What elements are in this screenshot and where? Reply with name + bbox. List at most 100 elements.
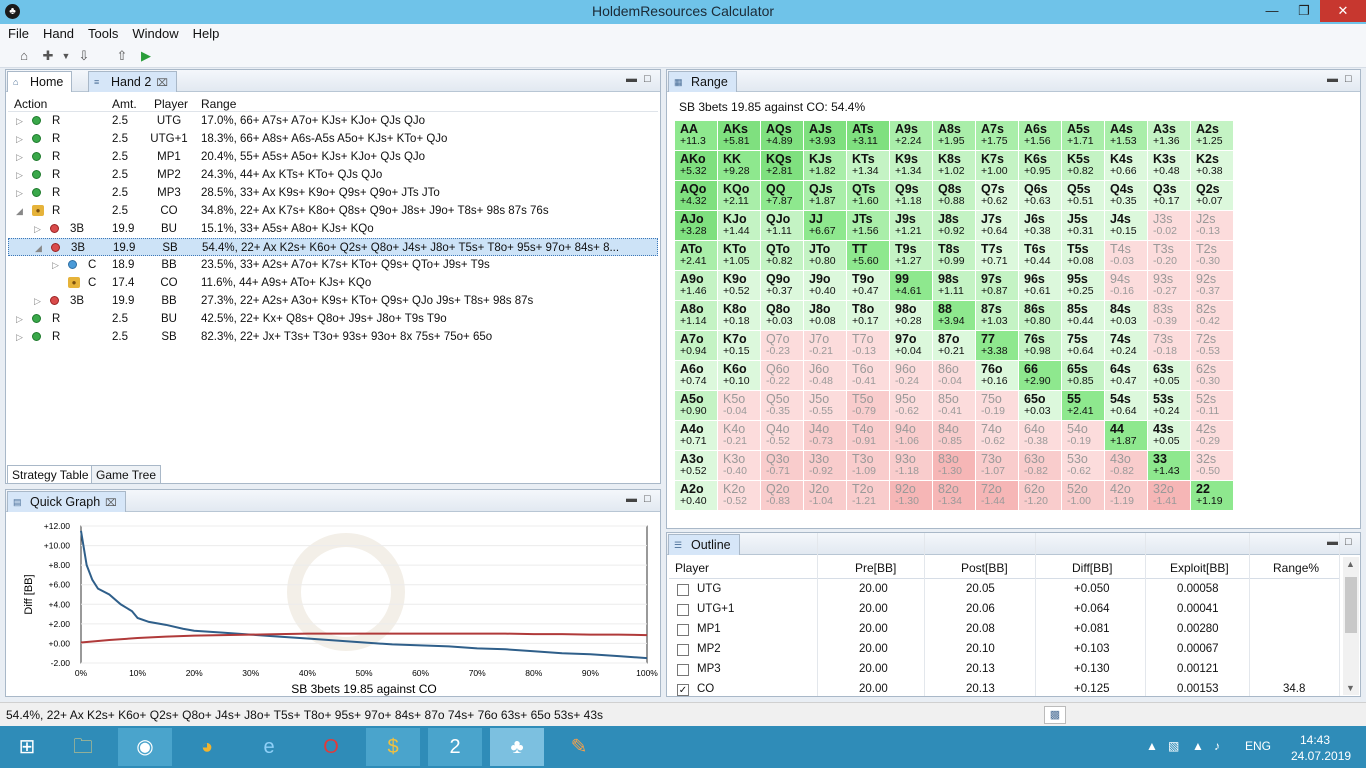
hand-cell[interactable]: 43o -0.82 (1105, 451, 1148, 481)
hand-cell[interactable]: TT +5.60 (847, 241, 890, 271)
hand-cell[interactable]: 63o -0.82 (1019, 451, 1062, 481)
scroll-up-icon[interactable]: ▲ (1346, 559, 1355, 569)
hand-cell[interactable]: 82s -0.42 (1191, 301, 1234, 331)
language-indicator[interactable]: ENG (1245, 739, 1271, 753)
hand-cell[interactable]: J2o -1.04 (804, 481, 847, 511)
hand-cell[interactable]: K9s +1.34 (890, 151, 933, 181)
hand-cell[interactable]: 87s +1.03 (976, 301, 1019, 331)
hand-cell[interactable]: J4s +0.15 (1105, 211, 1148, 241)
hand-cell[interactable]: Q3s +0.17 (1148, 181, 1191, 211)
outline-row[interactable]: UTG 20.00 20.05 +0.050 0.00058 (669, 580, 1340, 600)
hand-cell[interactable]: A7s +1.75 (976, 121, 1019, 151)
hand-cell[interactable]: 42o -1.19 (1105, 481, 1148, 511)
hand-cell[interactable]: K3s +0.48 (1148, 151, 1191, 181)
tray-arrow-icon[interactable]: ▲ (1146, 739, 1158, 753)
hand-cell[interactable]: 62o -1.20 (1019, 481, 1062, 511)
hand-cell[interactable]: 92s -0.37 (1191, 271, 1234, 301)
range-maximize-icon[interactable]: □ (1345, 73, 1352, 85)
tray-device-icon[interactable]: ▧ (1168, 739, 1179, 753)
hand-cell[interactable]: T4o -0.91 (847, 421, 890, 451)
row-checkbox[interactable] (677, 624, 689, 636)
hand-cell[interactable]: KK +9.28 (718, 151, 761, 181)
hand-cell[interactable]: Q4s +0.35 (1105, 181, 1148, 211)
vpn-icon[interactable]: ◕ (180, 728, 234, 766)
hand-cell[interactable]: 95o -0.62 (890, 391, 933, 421)
hand-cell[interactable]: Q7o -0.23 (761, 331, 804, 361)
hand-cell[interactable]: T2s -0.30 (1191, 241, 1234, 271)
hand-cell[interactable]: T4s -0.03 (1105, 241, 1148, 271)
table-row[interactable]: ▷ R 2.5 UTG+1 18.3%, 66+ A8s+ A6s-A5s A5o+ K… (8, 130, 658, 148)
hand-cell[interactable]: 82o -1.34 (933, 481, 976, 511)
hand-cell[interactable]: J8o +0.08 (804, 301, 847, 331)
menu-help[interactable]: Help (185, 24, 226, 41)
hand-cell[interactable]: Q5s +0.51 (1062, 181, 1105, 211)
hand-cell[interactable]: K6o +0.10 (718, 361, 761, 391)
tab-game-tree[interactable]: Game Tree (91, 465, 162, 483)
hand-cell[interactable]: A2s +1.25 (1191, 121, 1234, 151)
hand-cell[interactable]: K4s +0.66 (1105, 151, 1148, 181)
hand-cell[interactable]: Q5o -0.35 (761, 391, 804, 421)
outline-maximize-icon[interactable]: □ (1345, 536, 1352, 548)
import-icon[interactable]: ⇩ (76, 48, 92, 64)
hand-cell[interactable]: J6o -0.48 (804, 361, 847, 391)
hand-cell[interactable]: AQo +4.32 (675, 181, 718, 211)
hand-cell[interactable]: 64s +0.47 (1105, 361, 1148, 391)
hand-cell[interactable]: 74s +0.24 (1105, 331, 1148, 361)
table-row[interactable]: ◢ ● R 2.5 CO 34.8%, 22+ Ax K7s+ K8o+ Q8s+ Q9o… (8, 202, 658, 220)
hand-cell[interactable]: Q4o -0.52 (761, 421, 804, 451)
hand-cell[interactable]: 83o -1.30 (933, 451, 976, 481)
hand-cell[interactable]: JTo +0.80 (804, 241, 847, 271)
status-action-icon[interactable]: ▩ (1044, 706, 1066, 724)
hand-cell[interactable]: T8o +0.17 (847, 301, 890, 331)
network-icon[interactable]: ▲ (1192, 739, 1204, 753)
menu-window[interactable]: Window (124, 24, 184, 41)
money-app-icon[interactable]: $ (366, 728, 420, 766)
app-2-icon[interactable]: 2 (428, 728, 482, 766)
hand-cell[interactable]: A4o +0.71 (675, 421, 718, 451)
hand-cell[interactable]: 52o -1.00 (1062, 481, 1105, 511)
hand-cell[interactable]: T6o -0.41 (847, 361, 890, 391)
table-row[interactable]: ▷ 3B 19.9 BB 27.3%, 22+ A2s+ A3o+ K9s+ KTo+ … (8, 292, 658, 310)
hand-cell[interactable]: AQs +4.89 (761, 121, 804, 151)
hand-cell[interactable]: 76s +0.98 (1019, 331, 1062, 361)
hand-cell[interactable]: 62s -0.30 (1191, 361, 1234, 391)
hand-cell[interactable]: T7s +0.71 (976, 241, 1019, 271)
hand-cell[interactable]: A9o +1.46 (675, 271, 718, 301)
scroll-thumb[interactable] (1345, 577, 1357, 633)
menu-hand[interactable]: Hand (35, 24, 80, 41)
hand-cell[interactable]: T3o -1.09 (847, 451, 890, 481)
hand-cell[interactable]: A9s +2.24 (890, 121, 933, 151)
hand-cell[interactable]: J7o -0.21 (804, 331, 847, 361)
hand-cell[interactable]: JTs +1.56 (847, 211, 890, 241)
hand-cell[interactable]: KTo +1.05 (718, 241, 761, 271)
hand-cell[interactable]: 33 +1.43 (1148, 451, 1191, 481)
graph-maximize-icon[interactable]: □ (644, 493, 651, 505)
hand-cell[interactable]: J8s +0.92 (933, 211, 976, 241)
tree-toggle-icon[interactable]: ▷ (16, 314, 23, 325)
hand-cell[interactable]: 98o +0.28 (890, 301, 933, 331)
hand-cell[interactable]: K2s +0.38 (1191, 151, 1234, 181)
hand-cell[interactable]: K7o +0.15 (718, 331, 761, 361)
holdem-calculator-icon[interactable]: ♣ (490, 728, 544, 766)
hand-cell[interactable]: 77 +3.38 (976, 331, 1019, 361)
hand-cell[interactable]: 52s -0.11 (1191, 391, 1234, 421)
tab-outline[interactable]: ☰ Outline (668, 534, 740, 555)
outline-row[interactable]: ✓ CO 20.00 20.13 +0.125 0.00153 34.8 (669, 680, 1340, 700)
col-o-player[interactable]: Player (675, 561, 709, 575)
tab-close-icon[interactable]: ⌧ (156, 78, 168, 89)
opera-icon[interactable]: O (304, 728, 358, 766)
hand-cell[interactable]: AKo +5.32 (675, 151, 718, 181)
clock-time[interactable]: 14:43 (1300, 733, 1330, 747)
row-checkbox[interactable] (677, 644, 689, 656)
hand-cell[interactable]: A2o +0.40 (675, 481, 718, 511)
hand-cell[interactable]: ATs +3.11 (847, 121, 890, 151)
tree-toggle-icon[interactable]: ▷ (52, 260, 59, 271)
hand-cell[interactable]: K9o +0.52 (718, 271, 761, 301)
hand-cell[interactable]: 55 +2.41 (1062, 391, 1105, 421)
hand-cell[interactable]: 75s +0.64 (1062, 331, 1105, 361)
hand-cell[interactable]: 93o -1.18 (890, 451, 933, 481)
outline-minimize-icon[interactable]: ▬ (1327, 536, 1338, 548)
col-o-post[interactable]: Post[BB] (961, 561, 1008, 575)
hand-cell[interactable]: 65s +0.85 (1062, 361, 1105, 391)
chrome-icon[interactable]: ◉ (118, 728, 172, 766)
